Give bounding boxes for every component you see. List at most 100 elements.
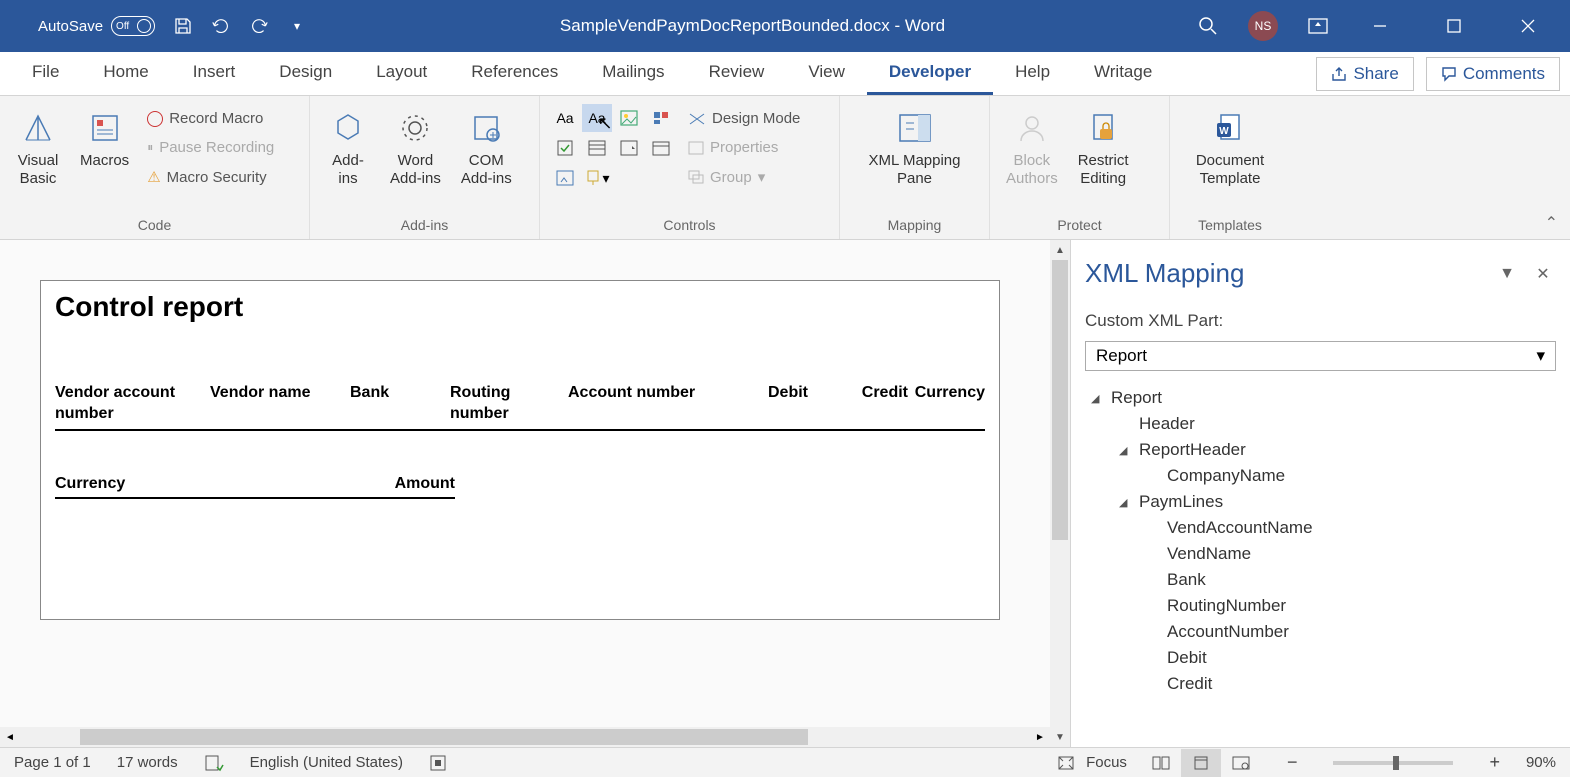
comments-label: Comments [1463, 64, 1545, 84]
ribbon-display-icon[interactable] [1308, 16, 1328, 36]
col-vendor-account: Vendor account number [55, 383, 210, 425]
minimize-button[interactable] [1358, 12, 1402, 40]
maximize-button[interactable] [1432, 12, 1476, 40]
design-mode-icon [688, 112, 706, 126]
scroll-left-icon[interactable]: ◄ [0, 727, 20, 747]
tree-label: VendAccountName [1167, 518, 1313, 538]
macro-recording-status-icon[interactable] [429, 754, 447, 772]
tab-review[interactable]: Review [687, 52, 787, 95]
record-macro-button[interactable]: Record Macro [143, 108, 278, 129]
design-mode-button[interactable]: Design Mode [684, 108, 804, 129]
tab-design[interactable]: Design [257, 52, 354, 95]
checkbox-control-icon[interactable] [550, 134, 580, 162]
macros-button[interactable]: Macros [74, 104, 135, 174]
web-layout-button[interactable] [1221, 749, 1261, 777]
tree-root[interactable]: ◢ Report [1085, 385, 1556, 411]
spelling-icon[interactable] [204, 754, 224, 772]
zoom-in-button[interactable]: + [1489, 752, 1500, 773]
label: Word Add-ins [390, 152, 441, 188]
tree-item[interactable]: Credit [1085, 671, 1556, 697]
custom-xml-part-select[interactable]: Report ▾ [1085, 341, 1556, 371]
xml-mapping-pane-button[interactable]: XML Mapping Pane [860, 104, 970, 192]
tab-view[interactable]: View [786, 52, 867, 95]
tab-writage[interactable]: Writage [1072, 52, 1174, 95]
group-icon [688, 170, 704, 184]
menu-bar: File Home Insert Design Layout Reference… [0, 52, 1570, 96]
picture-control-icon[interactable] [614, 104, 644, 132]
tab-file[interactable]: File [10, 52, 81, 95]
word-count[interactable]: 17 words [117, 754, 178, 771]
scroll-right-icon[interactable]: ► [1030, 727, 1050, 747]
horizontal-scrollbar[interactable]: ◄ ► [0, 727, 1050, 747]
combobox-control-icon[interactable] [582, 134, 612, 162]
tab-developer[interactable]: Developer [867, 52, 993, 95]
tree-item[interactable]: Debit [1085, 645, 1556, 671]
close-button[interactable] [1506, 12, 1550, 40]
date-picker-control-icon[interactable] [646, 134, 676, 162]
pane-options-icon[interactable]: ▼ [1494, 265, 1520, 283]
macro-security-button[interactable]: ⚠Macro Security [143, 166, 278, 188]
language[interactable]: English (United States) [250, 754, 403, 771]
zoom-slider[interactable] [1333, 761, 1453, 765]
tab-layout[interactable]: Layout [354, 52, 449, 95]
user-avatar[interactable]: NS [1248, 11, 1278, 41]
vertical-scrollbar[interactable]: ▲ ▼ [1050, 240, 1070, 747]
tab-help[interactable]: Help [993, 52, 1072, 95]
tree-item[interactable]: CompanyName [1085, 463, 1556, 489]
plain-text-control-icon[interactable]: Aa↖ [582, 104, 612, 132]
focus-mode-button[interactable] [1046, 749, 1086, 777]
tree-item[interactable]: ◢PaymLines [1085, 489, 1556, 515]
dropdown-control-icon[interactable] [614, 134, 644, 162]
customize-qat-icon[interactable]: ▾ [287, 16, 307, 36]
zoom-out-button[interactable]: − [1287, 752, 1298, 773]
print-layout-button[interactable] [1181, 749, 1221, 777]
scroll-up-icon[interactable]: ▲ [1050, 240, 1070, 260]
tree-item[interactable]: Header [1085, 411, 1556, 437]
undo-icon[interactable] [211, 16, 231, 36]
read-mode-button[interactable] [1141, 749, 1181, 777]
collapse-ribbon-icon[interactable]: ⌃ [1545, 213, 1558, 233]
tree-item[interactable]: AccountNumber [1085, 619, 1556, 645]
search-icon[interactable] [1198, 16, 1218, 36]
page-info[interactable]: Page 1 of 1 [14, 754, 91, 771]
building-block-control-icon[interactable] [646, 104, 676, 132]
pane-close-icon[interactable]: ✕ [1530, 264, 1556, 284]
col-vendor-name: Vendor name [210, 383, 350, 425]
tab-insert[interactable]: Insert [171, 52, 258, 95]
repeat-section-control-icon[interactable] [550, 164, 580, 192]
word-addins-button[interactable]: Word Add-ins [384, 104, 447, 192]
zoom-level[interactable]: 90% [1526, 754, 1556, 771]
share-button[interactable]: Share [1316, 57, 1413, 91]
tree-label: VendName [1167, 544, 1251, 564]
redo-icon[interactable] [249, 16, 269, 36]
tab-mailings[interactable]: Mailings [580, 52, 686, 95]
subcol-currency: Currency [55, 475, 375, 493]
document-page[interactable]: Control report Vendor account number Ven… [40, 280, 1000, 620]
pause-recording-button: ⏸Pause Recording [143, 137, 278, 158]
document-template-button[interactable]: W Document Template [1190, 104, 1270, 192]
xml-mapping-pane: XML Mapping ▼ ✕ Custom XML Part: Report … [1070, 240, 1570, 747]
autosave-toggle[interactable]: AutoSave Off [38, 16, 155, 36]
xml-mapping-icon [895, 108, 935, 148]
selected-part: Report [1096, 346, 1147, 366]
tree-item[interactable]: Bank [1085, 567, 1556, 593]
legacy-tools-icon[interactable]: ▾ [582, 164, 612, 192]
autosave-state: Off [116, 21, 129, 32]
comments-button[interactable]: Comments [1426, 57, 1560, 91]
save-icon[interactable] [173, 16, 193, 36]
tree-item[interactable]: ◢ReportHeader [1085, 437, 1556, 463]
tree-arrow-icon: ◢ [1091, 392, 1105, 405]
tree-item[interactable]: RoutingNumber [1085, 593, 1556, 619]
addins-button[interactable]: Add- ins [320, 104, 376, 192]
tab-references[interactable]: References [449, 52, 580, 95]
tab-home[interactable]: Home [81, 52, 170, 95]
scroll-down-icon[interactable]: ▼ [1050, 727, 1070, 747]
restrict-editing-button[interactable]: Restrict Editing [1072, 104, 1135, 192]
rich-text-control-icon[interactable]: Aa [550, 104, 580, 132]
tree-item[interactable]: VendName [1085, 541, 1556, 567]
com-addins-button[interactable]: COM Add-ins [455, 104, 518, 192]
sub-table-header: Currency Amount [55, 475, 455, 499]
tree-item[interactable]: VendAccountName [1085, 515, 1556, 541]
visual-basic-button[interactable]: Visual Basic [10, 104, 66, 192]
gear-icon [395, 108, 435, 148]
